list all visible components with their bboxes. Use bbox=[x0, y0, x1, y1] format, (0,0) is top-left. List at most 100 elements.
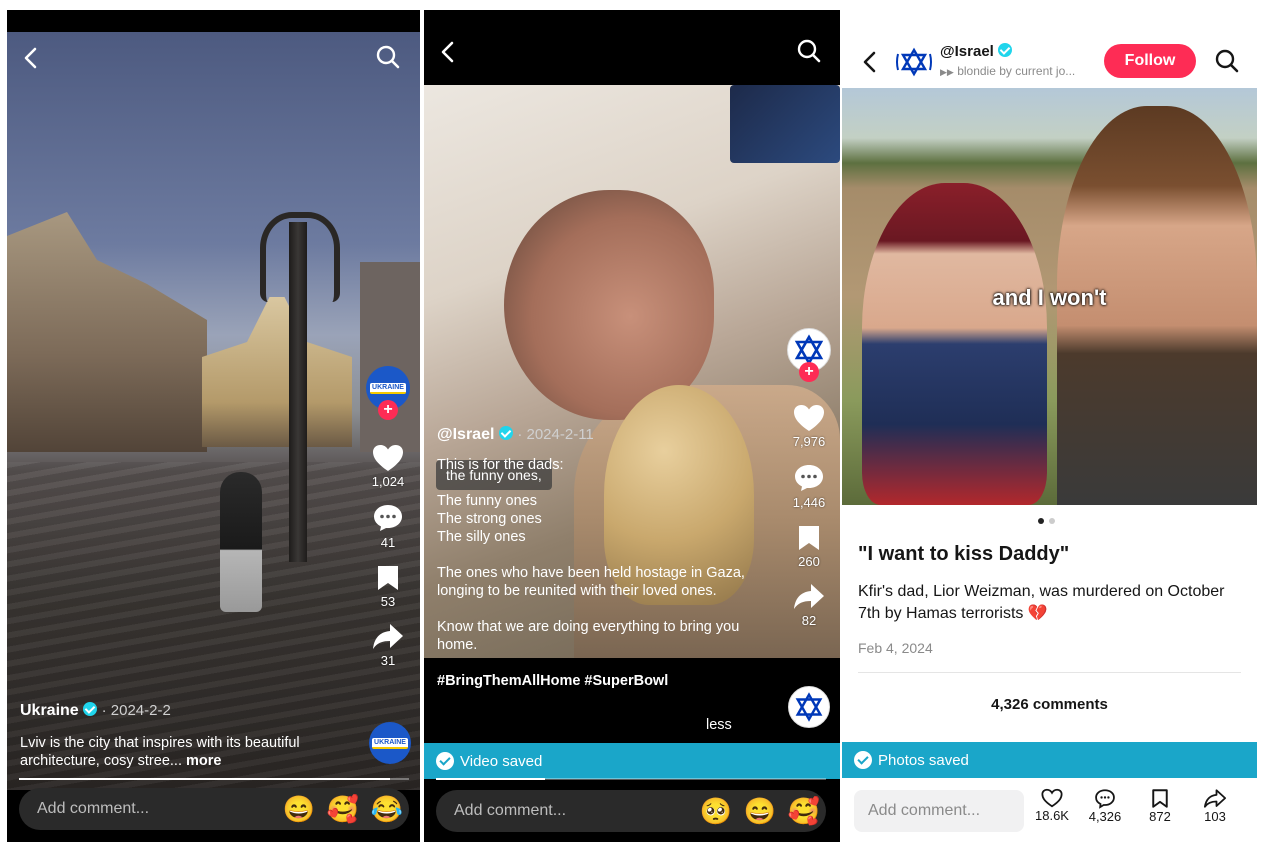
check-icon bbox=[854, 751, 872, 769]
like-button[interactable]: 18.6K bbox=[1026, 788, 1078, 823]
search-icon[interactable] bbox=[1214, 48, 1240, 74]
back-icon[interactable] bbox=[19, 46, 43, 70]
comment-count: 4,326 bbox=[1088, 809, 1122, 824]
video-frame[interactable] bbox=[7, 32, 420, 790]
action-rail: + 7,976 1,446 260 82 bbox=[785, 328, 833, 634]
video-progress-bar[interactable] bbox=[19, 778, 409, 780]
save-button[interactable]: 260 bbox=[797, 524, 821, 569]
comment-bubble-icon bbox=[794, 465, 823, 491]
heart-icon bbox=[372, 445, 403, 471]
share-button[interactable]: 31 bbox=[372, 623, 404, 668]
emoji-tears-of-joy[interactable]: 😂 bbox=[365, 796, 409, 822]
saved-toast: Photos saved bbox=[842, 742, 1257, 778]
less-link[interactable]: less bbox=[706, 716, 732, 734]
comment-button[interactable]: 4,326 bbox=[1079, 788, 1131, 824]
caption-text: Lviv is the city that inspires with its … bbox=[20, 735, 300, 769]
share-button[interactable]: 82 bbox=[793, 583, 825, 628]
carousel-dot-active[interactable] bbox=[1038, 518, 1044, 524]
comment-input-bar[interactable]: Add comment... 🥺 😄 🥰 bbox=[436, 790, 826, 832]
pedestrian bbox=[220, 472, 262, 612]
star-of-david-icon bbox=[896, 47, 932, 77]
author-name[interactable]: @Israel bbox=[940, 43, 994, 60]
saved-toast: Video saved bbox=[424, 743, 840, 779]
photo-post-panel-israel: @Israel ▶▶ blondie by current jo... Foll… bbox=[842, 10, 1257, 842]
save-button[interactable]: 53 bbox=[376, 564, 400, 609]
comment-input[interactable]: Add comment... bbox=[37, 800, 277, 818]
divider bbox=[858, 672, 1241, 673]
verified-badge-icon bbox=[83, 702, 98, 716]
verified-badge-icon bbox=[998, 43, 1012, 57]
comment-count: 1,446 bbox=[792, 495, 826, 510]
follow-plus-icon[interactable]: + bbox=[799, 362, 819, 382]
save-count: 53 bbox=[380, 594, 396, 609]
post-body: Kfir's dad, Lior Weizman, was murdered o… bbox=[858, 583, 1225, 622]
share-arrow-icon bbox=[373, 624, 403, 649]
photo-overlay-text: and I won't bbox=[992, 285, 1107, 310]
comment-button[interactable]: 41 bbox=[372, 503, 404, 550]
author-name[interactable]: Ukraine bbox=[20, 702, 79, 719]
emoji-pleading[interactable]: 🥺 bbox=[694, 798, 738, 824]
emoji-grin[interactable]: 😄 bbox=[277, 796, 321, 822]
video-panel-israel: the funny ones, + 7,976 1,446 260 82 @Is… bbox=[424, 10, 840, 842]
video-progress-bar[interactable] bbox=[436, 778, 826, 780]
caption-line: The strong ones bbox=[437, 511, 542, 527]
share-button[interactable]: 103 bbox=[1189, 788, 1241, 824]
search-icon[interactable] bbox=[796, 38, 822, 64]
creator-avatar-group[interactable]: UKRAINE + bbox=[366, 366, 410, 420]
back-icon[interactable] bbox=[436, 40, 460, 64]
building bbox=[7, 212, 207, 452]
author-row[interactable]: @Israel bbox=[940, 43, 1012, 60]
like-button[interactable]: 1,024 bbox=[372, 444, 404, 489]
post-photo[interactable]: and I won't bbox=[842, 88, 1257, 505]
post-date: · 2024-2-2 bbox=[101, 702, 171, 719]
back-icon[interactable] bbox=[858, 50, 882, 74]
carousel-dots[interactable] bbox=[1038, 518, 1055, 524]
save-button[interactable]: 872 bbox=[1134, 788, 1186, 824]
post-date: Feb 4, 2024 bbox=[858, 640, 933, 656]
street-lamp-pole bbox=[289, 222, 307, 562]
caption-line: The silly ones bbox=[437, 529, 526, 545]
comment-input-bar[interactable]: Add comment... 😄 🥰 😂 bbox=[19, 788, 409, 830]
post-header: @Israel ▶▶ blondie by current jo... Foll… bbox=[842, 10, 1257, 88]
caption-line: The ones who have been held hostage in G… bbox=[437, 565, 745, 599]
comment-input[interactable]: Add comment... bbox=[454, 802, 694, 820]
share-count: 82 bbox=[801, 613, 817, 628]
creator-avatar[interactable] bbox=[892, 40, 936, 84]
music-title: blondie by current jo... bbox=[957, 64, 1076, 78]
bookmark-outline-icon bbox=[1152, 789, 1168, 808]
heart-outline-icon bbox=[1041, 788, 1063, 808]
post-title: "I want to kiss Daddy" bbox=[858, 543, 1070, 565]
caption[interactable]: This is for the dads: The funny ones The… bbox=[437, 456, 747, 690]
comment-button[interactable]: 1,446 bbox=[792, 463, 826, 510]
creator-avatar-group[interactable]: + bbox=[787, 328, 831, 382]
music-disc-avatar[interactable] bbox=[788, 686, 830, 728]
caption[interactable]: Lviv is the city that inspires with its … bbox=[20, 734, 340, 770]
search-icon[interactable] bbox=[375, 44, 401, 70]
follow-plus-icon[interactable]: + bbox=[378, 400, 398, 420]
post-date: · 2024-2-11 bbox=[517, 426, 594, 443]
more-link[interactable]: more bbox=[186, 753, 221, 769]
child-figure bbox=[862, 183, 1047, 505]
check-icon bbox=[436, 752, 454, 770]
hashtags[interactable]: #BringThemAllHome #SuperBowl bbox=[437, 672, 747, 690]
save-count: 260 bbox=[798, 554, 820, 569]
carousel-dot[interactable] bbox=[1049, 518, 1055, 524]
emoji-smiling-hearts[interactable]: 🥰 bbox=[321, 796, 365, 822]
emoji-grin[interactable]: 😄 bbox=[738, 798, 782, 824]
saved-toast-text: Video saved bbox=[460, 752, 543, 770]
share-count: 103 bbox=[1204, 809, 1226, 824]
emoji-smiling-hearts[interactable]: 🥰 bbox=[782, 798, 826, 824]
author-name[interactable]: @Israel bbox=[437, 426, 494, 443]
share-outline-icon bbox=[1203, 789, 1227, 808]
bottom-action-bar: Add comment... 18.6K 4,326 872 103 bbox=[842, 778, 1257, 842]
music-row[interactable]: ▶▶ blondie by current jo... bbox=[940, 64, 1075, 78]
comment-input[interactable]: Add comment... bbox=[854, 790, 1024, 832]
share-arrow-icon bbox=[794, 584, 824, 609]
music-disc-avatar[interactable]: UKRAINE bbox=[369, 722, 411, 764]
like-button[interactable]: 7,976 bbox=[793, 404, 825, 449]
bookmark-icon bbox=[378, 566, 398, 590]
follow-button[interactable]: Follow bbox=[1104, 44, 1196, 78]
comment-outline-icon bbox=[1095, 789, 1115, 809]
